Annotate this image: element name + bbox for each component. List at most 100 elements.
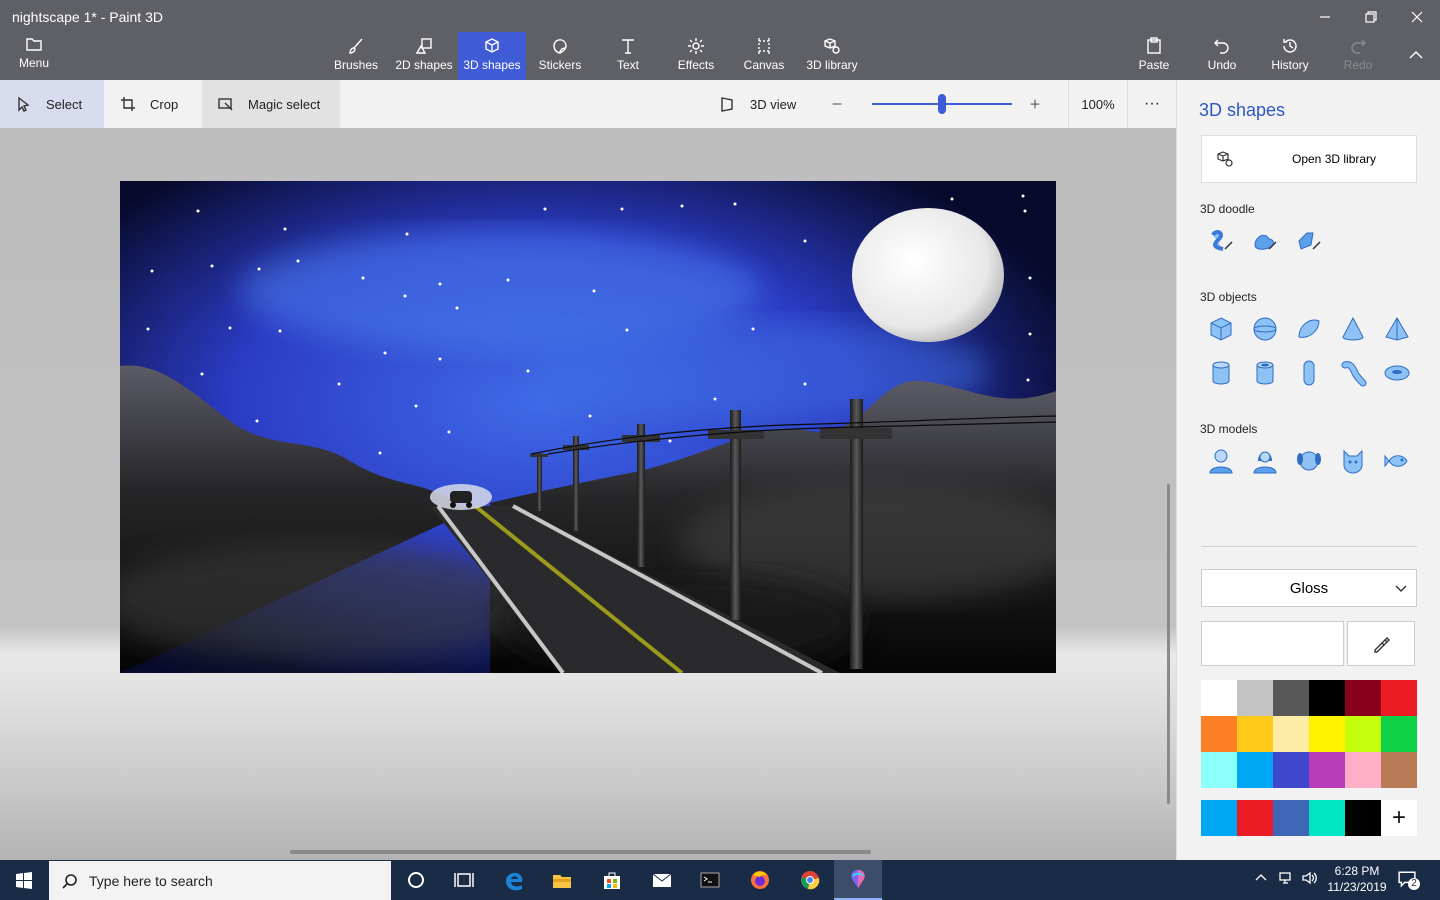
- color-swatch[interactable]: [1273, 752, 1309, 788]
- minus-icon: [832, 103, 842, 105]
- zoom-slider-thumb[interactable]: [938, 94, 946, 114]
- current-color-swatch[interactable]: [1201, 621, 1344, 666]
- minimize-button[interactable]: [1302, 2, 1348, 32]
- tool-3d-shapes[interactable]: 3D shapes: [458, 32, 526, 80]
- tool-stickers[interactable]: Stickers: [526, 32, 594, 80]
- color-swatch[interactable]: [1309, 752, 1345, 788]
- select-button[interactable]: Select: [0, 80, 104, 128]
- cat-icon[interactable]: [1331, 439, 1375, 483]
- tool-effects[interactable]: Effects: [662, 32, 730, 80]
- woman-icon[interactable]: [1243, 439, 1287, 483]
- horizontal-scrollbar[interactable]: [290, 850, 871, 854]
- undo-button[interactable]: Undo: [1188, 32, 1256, 80]
- chrome-app[interactable]: [786, 860, 834, 900]
- show-hidden-icons-button[interactable]: [1253, 870, 1273, 890]
- add-color-button[interactable]: +: [1381, 800, 1417, 836]
- capsule-icon[interactable]: [1287, 351, 1331, 395]
- moon[interactable]: [852, 208, 1004, 342]
- custom-color-swatch[interactable]: [1237, 800, 1273, 836]
- pyramid-icon[interactable]: [1375, 307, 1419, 351]
- start-button[interactable]: [0, 860, 48, 900]
- edge-app[interactable]: [490, 860, 538, 900]
- volume-control[interactable]: [1301, 870, 1321, 890]
- taskbar-search[interactable]: Type here to search: [49, 861, 391, 900]
- system-clock[interactable]: 6:28 PM 11/23/2019: [1322, 863, 1392, 895]
- color-swatch[interactable]: [1273, 680, 1309, 716]
- open-3d-library-button[interactable]: Open 3D library: [1201, 135, 1417, 183]
- menu-button[interactable]: Menu: [0, 30, 68, 78]
- color-swatch[interactable]: [1381, 752, 1417, 788]
- crop-icon: [121, 97, 135, 111]
- 3d-view-button[interactable]: 3D view: [720, 80, 820, 128]
- man-icon[interactable]: [1199, 439, 1243, 483]
- soft-edge-doodle-icon[interactable]: [1243, 219, 1287, 263]
- vertical-scrollbar[interactable]: [1167, 484, 1170, 804]
- material-dropdown[interactable]: Gloss: [1201, 569, 1417, 607]
- zoom-out-button[interactable]: [832, 80, 856, 128]
- hemisphere-icon[interactable]: [1287, 307, 1331, 351]
- panel-title: 3D shapes: [1199, 100, 1286, 120]
- color-swatch[interactable]: [1345, 752, 1381, 788]
- custom-color-swatch[interactable]: [1345, 800, 1381, 836]
- color-swatch[interactable]: [1237, 752, 1273, 788]
- crop-button[interactable]: Crop: [104, 80, 202, 128]
- tool-canvas[interactable]: Canvas: [730, 32, 798, 80]
- color-swatch[interactable]: [1201, 716, 1237, 752]
- tool-brushes[interactable]: Brushes: [322, 32, 390, 80]
- zoom-in-button[interactable]: [1030, 80, 1054, 128]
- eyedropper-button[interactable]: [1347, 621, 1415, 666]
- cube-icon: [485, 38, 499, 53]
- mail-app[interactable]: [638, 860, 686, 900]
- cone-icon[interactable]: [1331, 307, 1375, 351]
- paste-button[interactable]: Paste: [1120, 32, 1188, 80]
- dog-icon[interactable]: [1287, 439, 1331, 483]
- firefox-app[interactable]: [736, 860, 784, 900]
- color-swatch[interactable]: [1345, 716, 1381, 752]
- task-view-button[interactable]: [440, 860, 488, 900]
- color-swatch[interactable]: [1381, 680, 1417, 716]
- history-button[interactable]: History: [1256, 32, 1324, 80]
- file-explorer-app[interactable]: [538, 860, 586, 900]
- cylinder-icon[interactable]: [1199, 351, 1243, 395]
- tube-icon[interactable]: [1243, 351, 1287, 395]
- custom-color-swatch[interactable]: [1309, 800, 1345, 836]
- tool-3d-library[interactable]: 3D library: [798, 32, 866, 80]
- custom-color-swatch[interactable]: [1201, 800, 1237, 836]
- canvas-area[interactable]: [0, 128, 1176, 860]
- color-swatch[interactable]: [1237, 680, 1273, 716]
- zoom-level[interactable]: 100%: [1068, 80, 1128, 128]
- collapse-toolbar-button[interactable]: [1392, 32, 1440, 80]
- action-center-button[interactable]: 2: [1398, 870, 1424, 890]
- color-swatch[interactable]: [1309, 716, 1345, 752]
- tube-doodle-icon[interactable]: [1287, 219, 1331, 263]
- color-swatch[interactable]: [1273, 716, 1309, 752]
- terminal-app[interactable]: [686, 860, 734, 900]
- color-swatch[interactable]: [1201, 752, 1237, 788]
- magic-select-button[interactable]: Magic select: [202, 80, 340, 128]
- sphere-icon[interactable]: [1243, 307, 1287, 351]
- network-status[interactable]: [1278, 870, 1298, 890]
- tool-text[interactable]: Text: [594, 32, 662, 80]
- store-app[interactable]: [588, 860, 636, 900]
- tool-2d-shapes[interactable]: 2D shapes: [390, 32, 458, 80]
- cortana-button[interactable]: [392, 860, 440, 900]
- restore-button[interactable]: [1348, 2, 1394, 32]
- color-swatch[interactable]: [1345, 680, 1381, 716]
- cube-icon[interactable]: [1199, 307, 1243, 351]
- paint3d-app[interactable]: [834, 860, 882, 900]
- close-button[interactable]: [1394, 2, 1440, 32]
- custom-color-swatch[interactable]: [1273, 800, 1309, 836]
- nightscape-artwork[interactable]: [120, 181, 1056, 673]
- color-swatch[interactable]: [1381, 716, 1417, 752]
- zoom-slider[interactable]: [872, 92, 1012, 116]
- more-options-button[interactable]: ···: [1130, 80, 1174, 128]
- color-swatch[interactable]: [1309, 680, 1345, 716]
- curved-tube-icon[interactable]: [1331, 351, 1375, 395]
- sharp-edge-doodle-icon[interactable]: [1199, 219, 1243, 263]
- donut-icon[interactable]: [1375, 351, 1419, 395]
- color-swatch[interactable]: [1237, 716, 1273, 752]
- color-swatch[interactable]: [1201, 680, 1237, 716]
- redo-button[interactable]: Redo: [1324, 32, 1392, 80]
- text-icon: [622, 39, 634, 54]
- fish-icon[interactable]: [1375, 439, 1419, 483]
